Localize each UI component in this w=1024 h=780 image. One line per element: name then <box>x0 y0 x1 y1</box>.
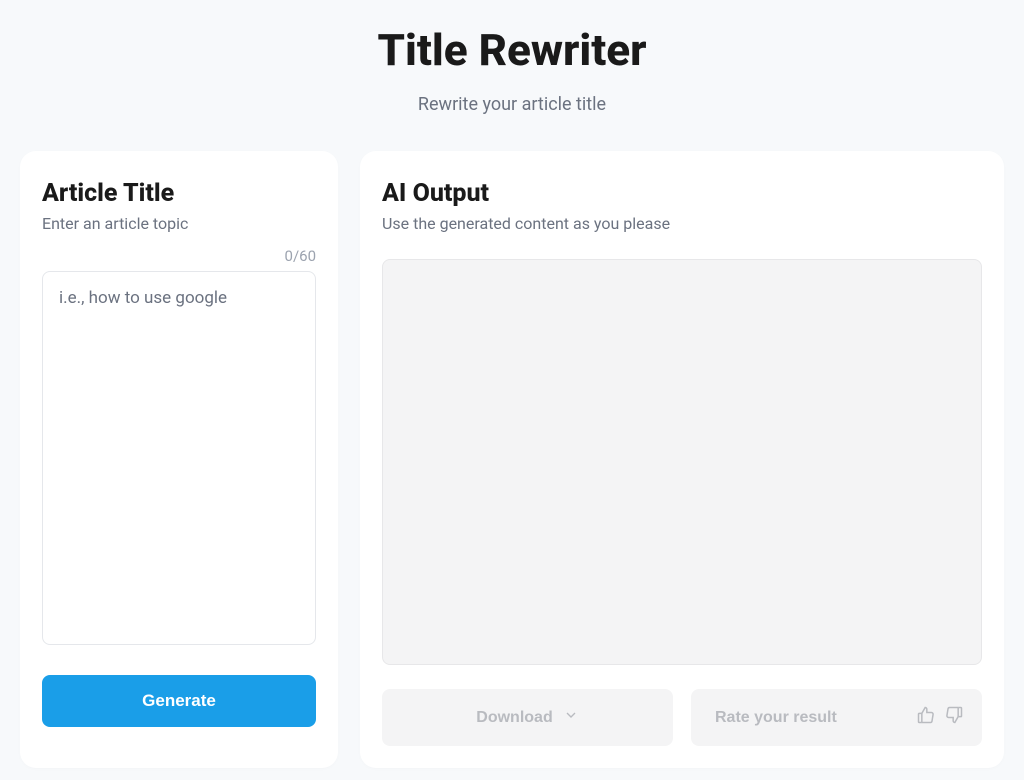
output-panel: AI Output Use the generated content as y… <box>360 151 1004 768</box>
download-button[interactable]: Download <box>382 689 673 746</box>
page-header: Title Rewriter Rewrite your article titl… <box>0 0 1024 151</box>
generate-button[interactable]: Generate <box>42 675 316 727</box>
input-panel: Article Title Enter an article topic 0/6… <box>20 151 338 768</box>
page-subtitle: Rewrite your article title <box>0 94 1024 115</box>
input-panel-title: Article Title <box>42 179 316 208</box>
output-panel-subtitle: Use the generated content as you please <box>382 214 982 233</box>
output-panel-title: AI Output <box>382 179 982 208</box>
rate-icons <box>916 705 964 730</box>
content-wrapper: Article Title Enter an article topic 0/6… <box>0 151 1024 768</box>
thumbs-up-icon[interactable] <box>916 705 936 730</box>
page-title: Title Rewriter <box>0 24 1024 76</box>
output-actions: Download Rate your result <box>382 689 982 746</box>
rate-label: Rate your result <box>709 709 906 727</box>
article-title-input[interactable] <box>42 271 316 645</box>
thumbs-down-icon[interactable] <box>944 705 964 730</box>
chevron-down-icon <box>563 707 579 728</box>
output-area <box>382 259 982 665</box>
download-label: Download <box>476 709 552 727</box>
input-panel-subtitle: Enter an article topic <box>42 214 316 233</box>
rate-button[interactable]: Rate your result <box>691 689 982 746</box>
char-counter: 0/60 <box>42 247 316 265</box>
